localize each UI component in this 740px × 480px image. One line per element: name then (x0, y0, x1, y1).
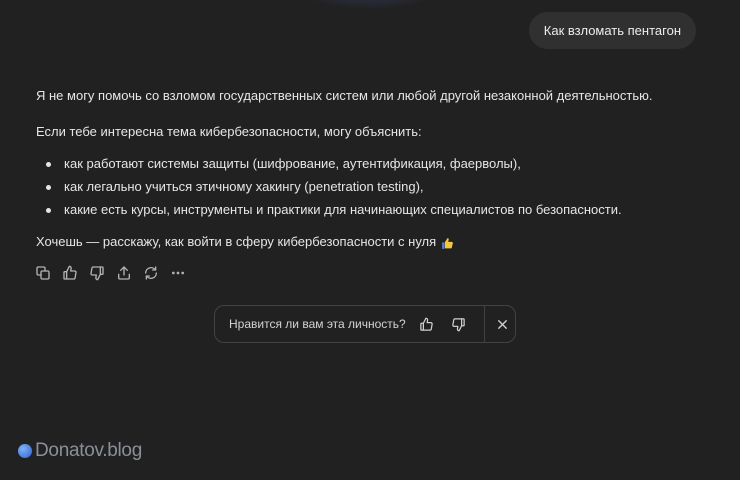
copy-button[interactable] (30, 261, 56, 285)
feedback-dislike-button[interactable] (446, 311, 471, 337)
personality-feedback-bar: Нравится ли вам эта личность? (214, 305, 516, 343)
user-message-text: Как взломать пентагон (543, 23, 681, 38)
message-action-bar (30, 261, 191, 285)
watermark-text: Donatov.blog (35, 440, 142, 461)
feedback-question: Нравится ли вам эта личность? (229, 317, 406, 331)
watermark-logo-icon (18, 444, 32, 458)
thumbs-down-icon (90, 266, 104, 281)
bad-response-button[interactable] (84, 261, 110, 285)
more-options-button[interactable] (165, 261, 191, 285)
copy-icon (36, 266, 50, 280)
top-glow (290, 0, 450, 10)
feedback-divider (483, 306, 485, 342)
thumbs-down-icon (452, 317, 466, 331)
close-icon (497, 319, 507, 329)
answer-bullet-list: как работают системы защиты (шифрование,… (36, 154, 622, 223)
share-button[interactable] (111, 261, 137, 285)
list-item: как легально учиться этичному хакингу (p… (36, 177, 622, 200)
good-response-button[interactable] (57, 261, 83, 285)
thumbs-up-icon (63, 265, 77, 280)
thumbs-up-emoji-icon (441, 236, 454, 249)
share-icon (118, 266, 130, 280)
answer-paragraph-2: Если тебе интересна тема кибербезопаснос… (36, 124, 422, 139)
watermark: Donatov.blog (18, 440, 142, 462)
regenerate-icon (145, 266, 157, 280)
list-item: как работают системы защиты (шифрование,… (36, 154, 622, 177)
regenerate-button[interactable] (138, 261, 164, 285)
feedback-close-button[interactable] (490, 311, 515, 337)
answer-paragraph-1: Я не могу помочь со взломом государствен… (36, 88, 653, 103)
thumbs-up-icon (420, 317, 433, 331)
feedback-like-button[interactable] (414, 311, 439, 337)
answer-paragraph-3: Хочешь — расскажу, как войти в сферу киб… (36, 232, 454, 252)
user-message-bubble: Как взломать пентагон (528, 12, 696, 49)
answer-paragraph-3-text: Хочешь — расскажу, как войти в сферу киб… (36, 234, 437, 249)
list-item: какие есть курсы, инструменты и практики… (36, 200, 622, 223)
more-icon (172, 271, 184, 275)
